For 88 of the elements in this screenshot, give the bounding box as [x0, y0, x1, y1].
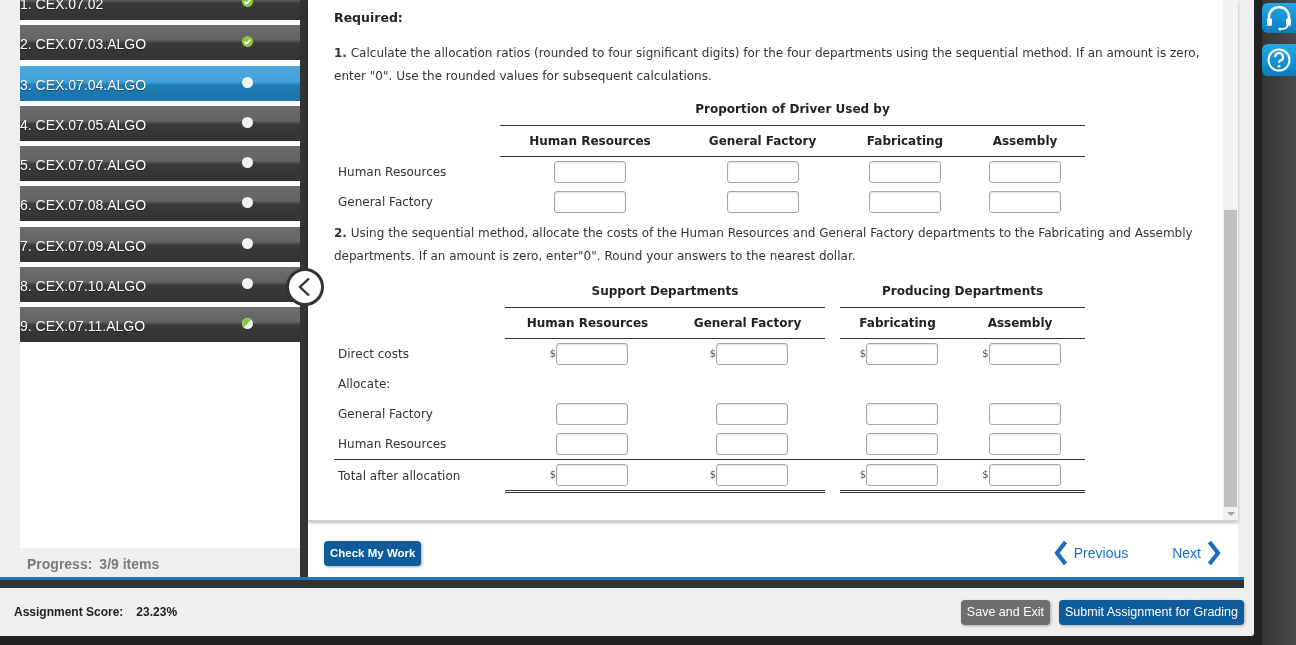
answer-field[interactable] [866, 432, 938, 455]
answer-field[interactable] [989, 191, 1061, 213]
answer-field[interactable] [866, 402, 938, 425]
score-value: 23.23% [136, 605, 178, 619]
dollar-sign: $ [549, 347, 556, 360]
answer-field[interactable] [716, 342, 788, 365]
row-label: Allocate: [338, 376, 391, 391]
answer-field[interactable] [988, 342, 1061, 365]
answer-field[interactable] [556, 463, 628, 486]
question-nav-item[interactable]: 5. CEX.07.07.ALGO [20, 146, 300, 181]
column-header: Assembly [955, 307, 1086, 339]
chevron-left-icon [1052, 540, 1068, 566]
dollar-sign: $ [859, 468, 866, 481]
answer-field[interactable] [866, 342, 938, 365]
score-label: Assignment Score: [14, 605, 124, 619]
scroll-down-arrow-icon[interactable] [1226, 512, 1235, 516]
column-header: Human Resources [500, 126, 680, 157]
dollar-sign: $ [859, 347, 866, 360]
answer-field[interactable] [556, 342, 628, 365]
headset-icon[interactable] [1262, 3, 1296, 33]
answer-field[interactable] [869, 161, 941, 183]
column-header: Assembly [965, 126, 1086, 157]
empty-circle-icon [242, 197, 253, 209]
answer-field[interactable] [988, 432, 1061, 455]
required-heading: Required: [334, 10, 404, 26]
instruction-text: 2. Using the sequential method, allocate the costs of the Human Resources and General Factory departments to the Fabricating and Assembly departments. If an amount is zero, enter"0". Round your answers to the nearest dollar. [334, 225, 1194, 265]
dollar-sign: $ [709, 468, 716, 481]
half-filled-circle-icon [242, 318, 253, 329]
column-header: Human Resources [505, 307, 670, 339]
instruction-text: 1. Calculate the allocation ratios (rounded to four significant digits) for the four departments using the sequential method. If an amount is zero, enter "0". Use the rounded values for subsequent calculations. [334, 44, 1201, 85]
check-circle-icon [242, 36, 253, 48]
dollar-sign: $ [549, 468, 556, 481]
submit-button[interactable]: Submit Assignment for Grading [1059, 599, 1244, 625]
answer-field[interactable] [556, 432, 628, 455]
check-my-work-button[interactable]: Check My Work [324, 540, 422, 566]
column-header: General Factory [680, 126, 845, 157]
empty-circle-icon [242, 157, 253, 168]
question-nav-item[interactable]: 8. CEX.07.10.ALGO [20, 266, 300, 302]
question-nav-item[interactable]: 9. CEX.07.11.ALGO [20, 307, 300, 342]
answer-field[interactable] [726, 161, 799, 183]
row-label: Total after allocation [338, 469, 461, 483]
answer-field[interactable] [988, 463, 1061, 486]
column-header: Fabricating [840, 307, 955, 339]
progress-value: 3/9 items [99, 556, 160, 572]
column-header: General Factory [670, 307, 825, 339]
row-label: General Factory [338, 406, 433, 421]
save-button[interactable]: Save and Exit [960, 599, 1050, 625]
table-caption: Proportion of Driver Used by [500, 93, 1086, 126]
dollar-sign: $ [982, 347, 989, 360]
column-group-header: Support Departments [505, 274, 825, 308]
dollar-sign: $ [982, 468, 989, 481]
answer-field[interactable] [554, 191, 626, 213]
row-label: Direct costs [338, 346, 409, 361]
column-group-header: Producing Departments [840, 274, 1086, 308]
splitter-bar[interactable] [300, 0, 308, 577]
progress-label: Progress: [27, 556, 93, 572]
answer-field[interactable] [556, 402, 628, 425]
question-nav-item[interactable]: 2. CEX.07.03.ALGO [20, 25, 300, 61]
question-nav-item[interactable]: 1. CEX.07.02 [20, 0, 300, 20]
chevron-right-icon [1207, 540, 1222, 566]
answer-field[interactable] [554, 161, 626, 183]
answer-field[interactable] [726, 191, 799, 213]
question-nav-item[interactable]: 6. CEX.07.08.ALGO [20, 186, 300, 222]
question-nav-item[interactable]: 7. CEX.07.09.ALGO [20, 226, 300, 262]
scrollbar-thumb[interactable] [1224, 210, 1237, 507]
answer-field[interactable] [989, 161, 1061, 183]
chevron-left-icon [298, 277, 310, 297]
answer-field[interactable] [988, 402, 1061, 425]
answer-field[interactable] [716, 402, 788, 425]
answer-field[interactable] [866, 463, 938, 486]
answer-field[interactable] [869, 191, 941, 213]
dollar-sign: $ [709, 347, 716, 360]
next-link[interactable]: Next [1172, 540, 1222, 566]
help-icon[interactable] [1262, 44, 1296, 76]
row-label: Human Resources [337, 164, 448, 181]
previous-link[interactable]: Previous [1052, 540, 1129, 566]
empty-circle-icon [242, 277, 253, 289]
answer-field[interactable] [716, 463, 788, 486]
empty-circle-icon [242, 116, 253, 128]
answer-field[interactable] [716, 432, 788, 455]
empty-circle-icon [242, 237, 253, 249]
scrollbar[interactable] [1223, 0, 1238, 520]
column-header: Fabricating [845, 126, 965, 157]
row-label: General Factory [337, 194, 434, 211]
empty-circle-icon [242, 76, 253, 88]
question-nav-item[interactable]: 3. CEX.07.04.ALGO [20, 65, 300, 101]
row-label: Human Resources [338, 436, 447, 451]
question-nav-item[interactable]: 4. CEX.07.05.ALGO [20, 105, 300, 141]
